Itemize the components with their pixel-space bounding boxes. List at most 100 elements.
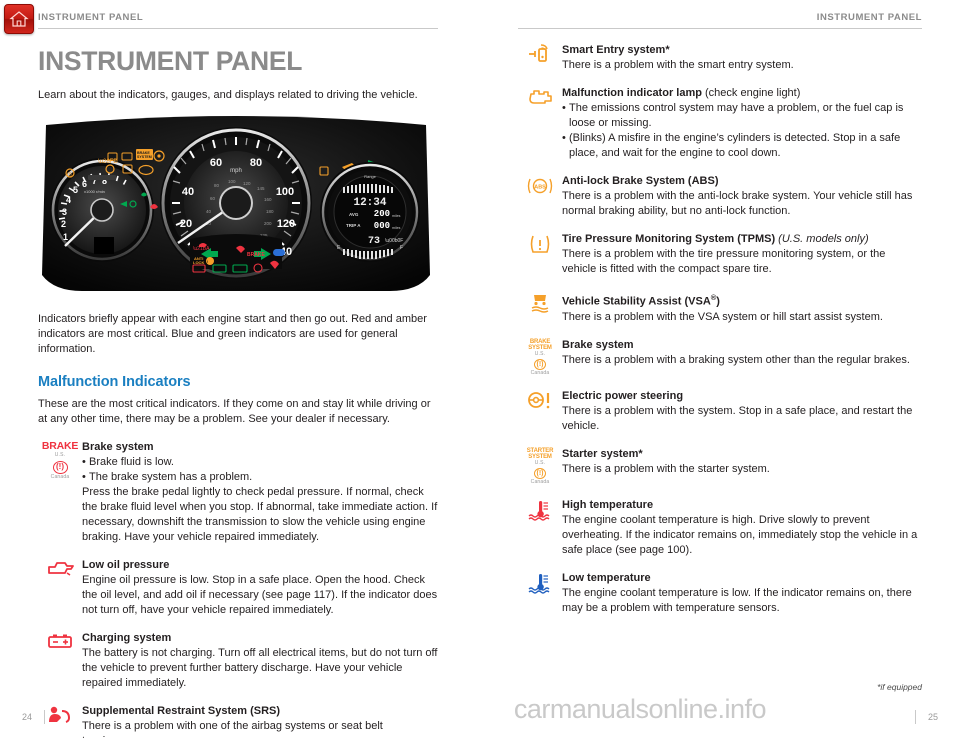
- home-icon[interactable]: [4, 4, 34, 34]
- running-head-left: INSTRUMENT PANEL: [38, 12, 144, 23]
- svg-text:73: 73: [368, 236, 380, 247]
- svg-text:000: 000: [374, 221, 390, 231]
- svg-text:200: 200: [264, 221, 272, 226]
- indicator-entry-low-oil-pressure: Low oil pressure Engine oil pressure is …: [38, 558, 438, 618]
- indicator-entry-abs: ABS Anti-lock Brake System (ABS) There i…: [518, 174, 922, 219]
- entry-bullet: (Blinks) A misfire in the engine’s cylin…: [562, 131, 922, 161]
- watermark: carmanualsonline.info: [513, 694, 767, 724]
- svg-text:AVG: AVG: [349, 212, 359, 217]
- svg-text:LOCK: LOCK: [193, 260, 204, 265]
- svg-text:20: 20: [180, 218, 192, 230]
- brake-system-amber-icon: BRAKE SYSTEM U.S. (!) Canada: [518, 338, 562, 376]
- left-page-column: INSTRUMENT PANEL INSTRUMENT PANEL Learn …: [38, 0, 438, 738]
- svg-text:4: 4: [66, 195, 71, 205]
- svg-text:80: 80: [214, 183, 220, 188]
- entry-title: Low temperature: [562, 571, 651, 584]
- svg-text:80: 80: [250, 157, 262, 169]
- electric-power-steering-icon: [518, 389, 562, 434]
- instrument-cluster-image: 1 2 3 4 5 6 7 8 x1000 r/min (!) \u26FD B…: [38, 115, 438, 302]
- header-rule-left: [38, 28, 438, 29]
- entry-title: Vehicle Stability Assist (VSA: [562, 295, 711, 308]
- smart-entry-icon: [518, 43, 562, 73]
- entry-title: Charging system: [82, 632, 172, 644]
- indicator-entry-smart-entry: Smart Entry system* There is a problem w…: [518, 43, 922, 73]
- page-divider-left: [44, 710, 45, 724]
- indicator-entry-malfunction-indicator-lamp: Malfunction indicator lamp (check engine…: [518, 86, 922, 161]
- svg-text:60: 60: [210, 196, 216, 201]
- page-lede: Learn about the indicators, gauges, and …: [38, 89, 418, 101]
- brake-icon-label-canada: Canada: [50, 473, 70, 480]
- entry-title: High temperature: [562, 498, 654, 511]
- low-temperature-icon: [518, 571, 562, 616]
- svg-text:12:34: 12:34: [353, 197, 386, 209]
- brake-icon-word: BRAKE: [41, 440, 79, 452]
- svg-text:x1000 r/min: x1000 r/min: [84, 189, 105, 194]
- header-rule-right: [518, 28, 922, 29]
- svg-text:mph: mph: [230, 168, 242, 174]
- section-intro: These are the most critical indicators. …: [38, 398, 431, 425]
- entry-title-suffix: (check engine light): [701, 87, 801, 99]
- svg-text:!: !: [207, 259, 208, 264]
- entry-title: Electric power steering: [562, 389, 684, 402]
- indicator-entry-high-temperature: High temperature The engine coolant temp…: [518, 498, 922, 558]
- indicator-entry-vsa: Vehicle Stability Assist (VSA®) There is…: [518, 290, 922, 325]
- svg-text:3: 3: [62, 207, 67, 217]
- entry-title: Smart Entry system*: [562, 44, 670, 56]
- svg-text:\u21BA: \u21BA: [193, 246, 210, 252]
- entry-body: There is a problem with the tire pressur…: [562, 248, 886, 275]
- svg-text:100: 100: [276, 186, 294, 198]
- svg-text:40: 40: [182, 186, 194, 198]
- brake-amber-word-line2: SYSTEM: [528, 344, 552, 351]
- entry-title: Brake system: [82, 441, 154, 453]
- indicator-entry-low-temperature: Low temperature The engine coolant tempe…: [518, 571, 922, 616]
- right-page-column: INSTRUMENT PANEL Smart Entry system* The…: [518, 0, 922, 616]
- footnote-if-equipped: *if equipped: [877, 682, 922, 692]
- entry-title: Anti-lock Brake System (ABS): [562, 175, 719, 187]
- entry-title: Starter system*: [562, 447, 643, 460]
- entry-body: Engine oil pressure is low. Stop in a sa…: [82, 574, 438, 616]
- entry-body: The engine coolant temperature is high. …: [562, 513, 918, 556]
- vsa-icon: [518, 290, 562, 325]
- svg-text:5: 5: [73, 185, 78, 195]
- indicator-entry-charging-system: Charging system The battery is not charg…: [38, 631, 438, 691]
- entry-bullet: Brake fluid is low.: [82, 455, 438, 470]
- starter-word-line2: SYSTEM: [528, 453, 552, 460]
- starter-label-us: U.S.: [534, 459, 546, 466]
- entry-body: The engine coolant temperature is low. I…: [562, 586, 912, 614]
- svg-text:(!): (!): [67, 172, 72, 178]
- entry-title: Tire Pressure Monitoring System (TPMS): [562, 233, 776, 245]
- entry-body: There is a problem with a braking system…: [562, 353, 910, 366]
- svg-text:SYSTEM: SYSTEM: [137, 155, 152, 159]
- manual-page: INSTRUMENT PANEL INSTRUMENT PANEL Learn …: [0, 0, 960, 738]
- entry-body: The battery is not charging. Turn off al…: [82, 647, 438, 689]
- svg-text:F: F: [400, 245, 403, 251]
- check-engine-icon: [518, 86, 562, 161]
- starter-label-canada: Canada: [530, 478, 550, 485]
- svg-text:120: 120: [243, 181, 251, 186]
- entry-bullet: The brake system has a problem.: [82, 470, 438, 485]
- svg-text:145: 145: [257, 186, 265, 191]
- running-head-right: INSTRUMENT PANEL: [816, 12, 922, 23]
- multi-information-display: Range 12:34 AVG 200 miles TRIP A 000 mil…: [320, 162, 420, 262]
- brake-amber-canada-symbol: (!): [533, 358, 546, 370]
- indicator-entry-electric-power-steering: Electric power steering There is a probl…: [518, 389, 922, 434]
- entry-body: There is a problem with the VSA system o…: [562, 310, 883, 323]
- entry-title: Low oil pressure: [82, 559, 170, 571]
- abs-icon: ABS: [518, 174, 562, 219]
- page-number-left: 24: [22, 712, 33, 722]
- entry-body: There is a problem with the smart entry …: [562, 59, 794, 71]
- svg-text:miles: miles: [392, 226, 401, 230]
- svg-text:miles: miles: [392, 214, 401, 218]
- svg-text:6: 6: [82, 179, 87, 189]
- svg-text:2: 2: [61, 219, 66, 229]
- brake-amber-label-us: U.S.: [534, 350, 546, 357]
- brake-amber-label-canada: Canada: [530, 369, 550, 376]
- indicator-entry-brake-system-amber: BRAKE SYSTEM U.S. (!) Canada Brake syste…: [518, 338, 922, 376]
- svg-text:100: 100: [228, 179, 236, 184]
- brake-icon-canada-symbol: (!): [52, 460, 68, 474]
- svg-text:60: 60: [210, 157, 222, 169]
- battery-icon: [38, 631, 82, 691]
- entry-body: There is a problem with the system. Stop…: [562, 404, 913, 432]
- brake-icon-label-us: U.S.: [54, 451, 66, 458]
- entry-body: Press the brake pedal lightly to check p…: [82, 486, 438, 543]
